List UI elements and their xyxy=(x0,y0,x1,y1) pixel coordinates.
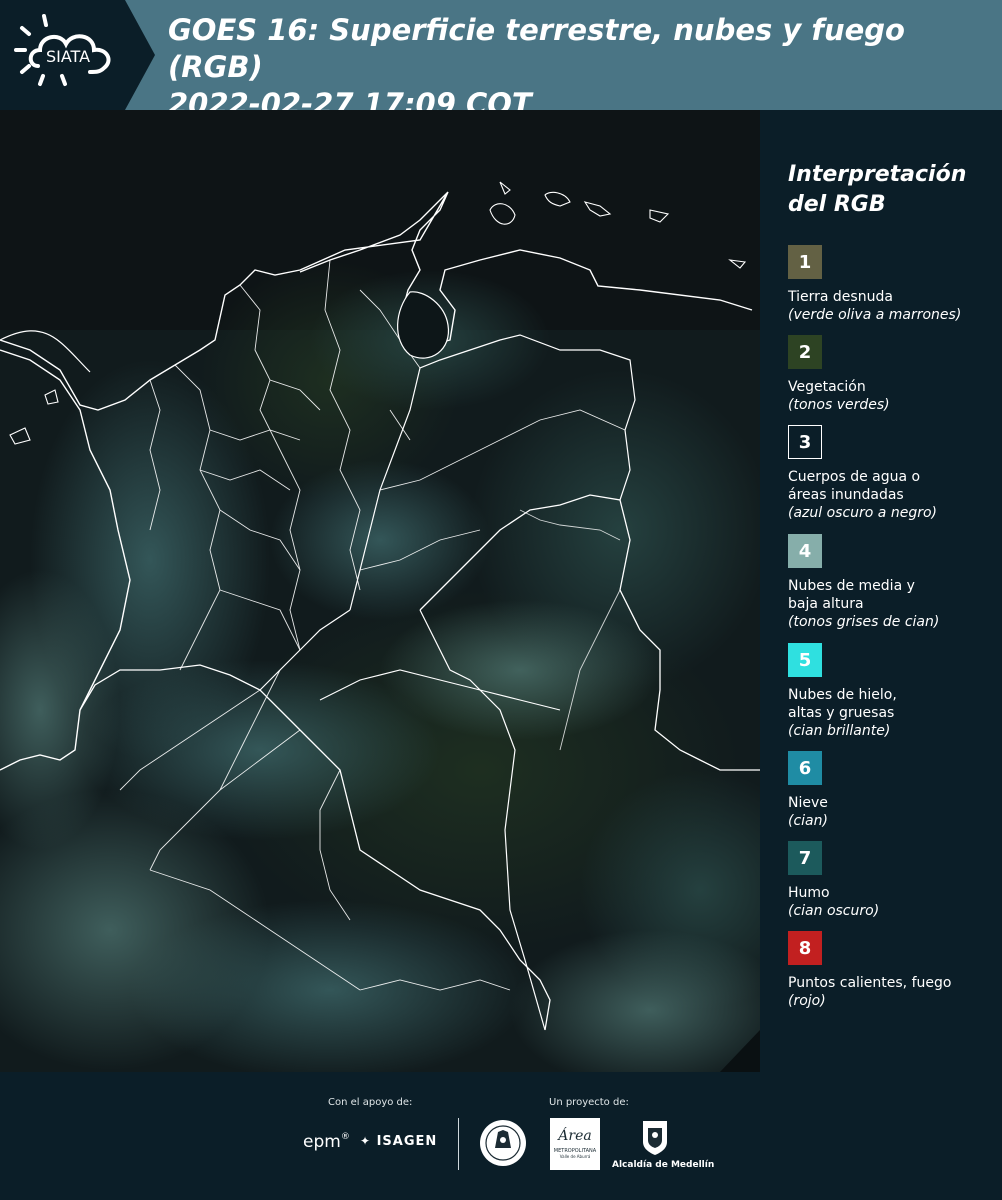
legend-panel: Interpretación del RGB 1 Tierra desnuda … xyxy=(760,110,1002,1072)
legend-swatch-6: 6 xyxy=(788,751,822,785)
legend-label-6: Nieve xyxy=(788,795,828,811)
legend-note-7: (cian oscuro) xyxy=(788,903,880,919)
legend-item-4: 4 Nubes de media y baja altura (tonos gr… xyxy=(788,534,998,631)
legend-item-2: 2 Vegetación (tonos verdes) xyxy=(788,335,998,414)
footer-sponsors: Con el apoyo de: Un proyecto de: epm® ✦ … xyxy=(0,1072,1002,1200)
satellite-image xyxy=(0,110,760,1072)
legend-item-3: 3 Cuerpos de agua o áreas inundadas (azu… xyxy=(788,425,998,522)
legend-swatch-5: 5 xyxy=(788,643,822,677)
area-metropolitana-logo: Área METROPOLITANA Valle de Aburrá xyxy=(550,1118,600,1170)
legend-note-3: (azul oscuro a negro) xyxy=(788,505,937,521)
legend-note-5: (cian brillante) xyxy=(788,723,891,739)
logo-text: SIATA xyxy=(46,47,90,66)
satellite-map xyxy=(0,110,760,1072)
legend-swatch-7: 7 xyxy=(788,841,822,875)
legend-item-8: 8 Puntos calientes, fuego (rojo) xyxy=(788,931,998,1010)
legend-note-2: (tonos verdes) xyxy=(788,397,890,413)
legend-item-7: 7 Humo (cian oscuro) xyxy=(788,841,998,920)
legend-swatch-3: 3 xyxy=(788,425,822,459)
legend-swatch-4: 4 xyxy=(788,534,822,568)
legend-note-6: (cian) xyxy=(788,813,828,829)
legend-label-4: Nubes de media y baja altura xyxy=(788,578,915,612)
legend-note-1: (verde oliva a marrones) xyxy=(788,307,962,323)
project-caption: Un proyecto de: xyxy=(549,1097,629,1108)
siata-logo: SIATA xyxy=(14,14,111,86)
legend-label-3: Cuerpos de agua o áreas inundadas xyxy=(788,469,921,503)
alcaldia-label: Alcaldía de Medellín xyxy=(612,1160,715,1170)
legend-swatch-1: 1 xyxy=(788,245,822,279)
legend-label-2: Vegetación xyxy=(788,379,866,395)
legend-note-4: (tonos grises de cian) xyxy=(788,614,940,630)
legend-item-5: 5 Nubes de hielo, altas y gruesas (cian … xyxy=(788,643,998,740)
legend-label-7: Humo xyxy=(788,885,830,901)
footer-divider xyxy=(458,1118,459,1170)
legend-item-6: 6 Nieve (cian) xyxy=(788,751,998,830)
legend-item-1: 1 Tierra desnuda (verde oliva a marrones… xyxy=(788,245,998,324)
legend-label-1: Tierra desnuda xyxy=(788,289,893,305)
legend-swatch-2: 2 xyxy=(788,335,822,369)
epm-logo: epm® xyxy=(303,1132,350,1152)
legend-note-8: (rojo) xyxy=(788,993,826,1009)
isagen-icon: ✦ xyxy=(360,1134,372,1148)
legend-swatch-8: 8 xyxy=(788,931,822,965)
page-title: GOES 16: Superficie terrestre, nubes y f… xyxy=(168,13,905,121)
header-bar: SIATA GOES 16: Superficie terrestre, nub… xyxy=(0,0,1002,121)
isagen-logo: ✦ ISAGEN xyxy=(360,1134,438,1149)
support-caption: Con el apoyo de: xyxy=(328,1097,413,1108)
alcaldia-shield-icon xyxy=(643,1121,667,1155)
legend-label-8: Puntos calientes, fuego xyxy=(788,975,952,991)
seal-logo xyxy=(480,1120,526,1166)
legend-label-5: Nubes de hielo, altas y gruesas xyxy=(788,687,897,721)
legend-title: Interpretación del RGB xyxy=(788,162,967,217)
